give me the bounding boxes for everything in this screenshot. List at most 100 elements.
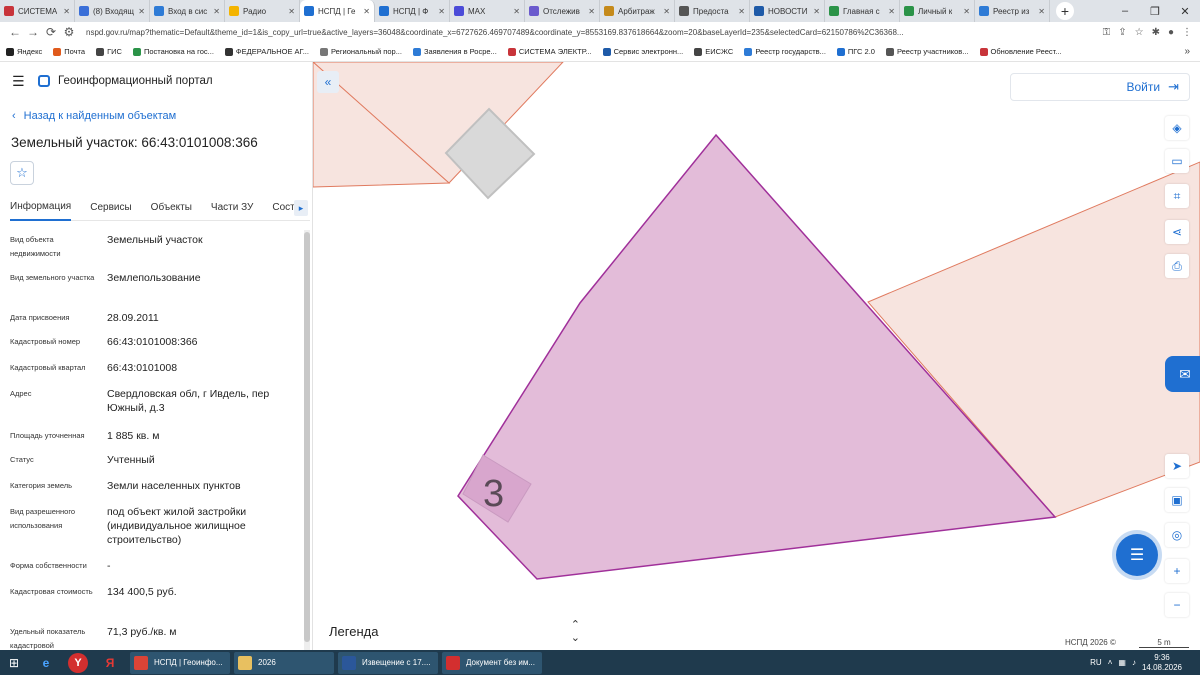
clock[interactable]: 9:36 14.08.2026	[1142, 653, 1182, 673]
bookmark-item[interactable]: ЕИСЖС	[694, 47, 733, 56]
layers-icon[interactable]: ◈	[1165, 116, 1189, 140]
tab-close-icon[interactable]: ✕	[963, 7, 970, 16]
panel-scrollbar[interactable]	[304, 230, 310, 650]
maximize-icon[interactable]: ❐	[1140, 5, 1170, 18]
browser-tab[interactable]: Радио ✕	[225, 0, 300, 22]
bookmark-item[interactable]: ФЕДЕРАЛЬНОЕ АГ...	[224, 47, 309, 56]
favorite-star-button[interactable]: ☆	[10, 161, 34, 185]
browser-tab[interactable]: СИСТЕМА ✕	[0, 0, 75, 22]
browser-tab[interactable]: Личный к ✕	[900, 0, 975, 22]
language-indicator[interactable]: RU	[1090, 658, 1102, 667]
bookmark-item[interactable]: Сервис электронн...	[602, 47, 683, 56]
locate-icon[interactable]: ◎	[1165, 523, 1189, 547]
taskbar-app[interactable]: Извещение с 17....	[338, 651, 438, 674]
bookmark-item[interactable]: Почта	[53, 47, 85, 56]
tabs-scroll-right-icon[interactable]: ▸	[294, 200, 308, 216]
navigate-icon[interactable]: ➤	[1165, 454, 1189, 478]
scrollbar-thumb[interactable]	[304, 232, 310, 642]
browser-tab[interactable]: MAX ✕	[450, 0, 525, 22]
browser-tab[interactable]: Вход в сис ✕	[150, 0, 225, 22]
bookmark-item[interactable]: Реестр участников...	[885, 47, 969, 56]
extensions-icon[interactable]: ✱	[1152, 27, 1160, 38]
profile-icon[interactable]: ●	[1168, 27, 1174, 38]
hamburger-menu-icon[interactable]: ☰	[12, 73, 32, 90]
bookmark-item[interactable]: Яндекс	[6, 47, 42, 56]
browser-tab[interactable]: Отслежив ✕	[525, 0, 600, 22]
bookmark-label: Заявления в Росре...	[423, 47, 497, 56]
tab-close-icon[interactable]: ✕	[813, 7, 820, 16]
tab-close-icon[interactable]: ✕	[288, 7, 295, 16]
tab-close-icon[interactable]: ✕	[63, 7, 70, 16]
url-field[interactable]: nspd.gov.ru/map?thematic=Default&theme_i…	[86, 28, 986, 37]
map-view[interactable]: 3 « Войти ⇥ ◈ ▭ ⌗ ⋖ ⎙ ✉ ➤ ▣ ◎ + − ☰ Леге…	[313, 62, 1200, 650]
yandex-icon[interactable]: Я	[96, 652, 124, 674]
basemap-icon[interactable]: ▣	[1165, 488, 1189, 512]
tab-close-icon[interactable]: ✕	[588, 7, 595, 16]
volume-icon[interactable]: ♪	[1132, 658, 1136, 667]
yandex-browser-icon[interactable]: Y	[68, 652, 88, 673]
print-icon[interactable]: ⎙	[1165, 254, 1189, 278]
key-icon[interactable]: ⚿	[1103, 27, 1111, 38]
taskbar-app[interactable]: 2026	[234, 651, 334, 674]
bookmarks-more[interactable]: »	[1184, 46, 1190, 57]
tab-close-icon[interactable]: ✕	[213, 7, 220, 16]
browser-tab[interactable]: (8) Входящ ✕	[75, 0, 150, 22]
tab-close-icon[interactable]: ✕	[663, 7, 670, 16]
tab-close-icon[interactable]: ✕	[888, 7, 895, 16]
bookmark-star-icon[interactable]: ☆	[1135, 27, 1144, 38]
share-icon[interactable]: ⇪	[1118, 27, 1126, 38]
share-icon[interactable]: ⋖	[1165, 220, 1189, 244]
bookmark-item[interactable]: Обновление Реест...	[979, 47, 1062, 56]
start-menu-icon[interactable]: ⊞	[0, 650, 28, 675]
bookmark-item[interactable]: Региональный пор...	[319, 47, 402, 56]
tab-close-icon[interactable]: ✕	[738, 7, 745, 16]
bookmark-item[interactable]: Заявления в Росре...	[412, 47, 497, 56]
zoom-out-icon[interactable]: −	[1165, 593, 1189, 617]
menu-dots-icon[interactable]: ⋮	[1182, 27, 1192, 38]
feedback-tab-icon[interactable]: ✉	[1165, 356, 1200, 392]
tab-close-icon[interactable]: ✕	[138, 7, 145, 16]
new-tab-button[interactable]: +	[1056, 2, 1074, 20]
tray-chevron-icon[interactable]: ˄	[1108, 658, 1113, 667]
browser-tab[interactable]: Главная с ✕	[825, 0, 900, 22]
login-button[interactable]: Войти ⇥	[1010, 73, 1190, 101]
tab-close-icon[interactable]: ✕	[438, 7, 445, 16]
info-row-value: Учтенный	[107, 454, 155, 466]
bookmark-item[interactable]: ГИС	[96, 47, 122, 56]
forward-icon[interactable]: →	[24, 25, 42, 39]
map-canvas[interactable]: 3	[313, 62, 1200, 650]
browser-tab[interactable]: НСПД | Ф ✕	[375, 0, 450, 22]
bookmark-item[interactable]: Постановка на гос...	[132, 47, 214, 56]
close-icon[interactable]: ✕	[1170, 5, 1200, 18]
back-icon[interactable]: ←	[6, 25, 24, 39]
bookmark-item[interactable]: ПГС 2.0	[836, 47, 875, 56]
legend-dropdown[interactable]: Легенда ⌃ ⌄	[319, 617, 590, 645]
minimize-icon[interactable]: –	[1110, 5, 1140, 17]
taskbar-app[interactable]: Документ без им...	[442, 651, 542, 674]
browser-tab[interactable]: Реестр из ✕	[975, 0, 1050, 22]
browser-tab[interactable]: НОВОСТИ ✕	[750, 0, 825, 22]
internet-explorer-icon[interactable]: e	[32, 652, 60, 674]
ruler-icon[interactable]: ▭	[1165, 149, 1189, 173]
tab-2[interactable]: Объекты	[151, 195, 192, 221]
bookmark-item[interactable]: Реестр государств...	[744, 47, 826, 56]
zoom-in-icon[interactable]: +	[1165, 559, 1189, 583]
tab-close-icon[interactable]: ✕	[513, 7, 520, 16]
network-icon[interactable]: ▦	[1118, 658, 1126, 667]
bookmark-item[interactable]: СИСТЕМА ЭЛЕКТР...	[507, 47, 592, 56]
select-area-icon[interactable]: ⌗	[1165, 184, 1189, 208]
browser-tab[interactable]: НСПД | Ге ✕	[300, 0, 375, 22]
site-info-icon[interactable]: ⚙	[60, 25, 78, 39]
tab-0[interactable]: Информация	[10, 195, 72, 221]
tab-close-icon[interactable]: ✕	[1038, 7, 1045, 16]
browser-tab[interactable]: Предоста ✕	[675, 0, 750, 22]
taskbar-app[interactable]: НСПД | Геоинфо...	[130, 651, 230, 674]
tab-1[interactable]: Сервисы	[90, 195, 131, 221]
reload-icon[interactable]: ⟳	[42, 25, 60, 39]
chat-assistant-icon[interactable]: ☰	[1116, 534, 1158, 576]
tab-3[interactable]: Части ЗУ	[211, 195, 253, 221]
collapse-panel-button[interactable]: «	[317, 71, 339, 93]
back-to-results-link[interactable]: ‹ Назад к найденным объектам	[12, 110, 176, 122]
browser-tab[interactable]: Арбитраж ✕	[600, 0, 675, 22]
tab-close-icon[interactable]: ✕	[363, 7, 370, 16]
